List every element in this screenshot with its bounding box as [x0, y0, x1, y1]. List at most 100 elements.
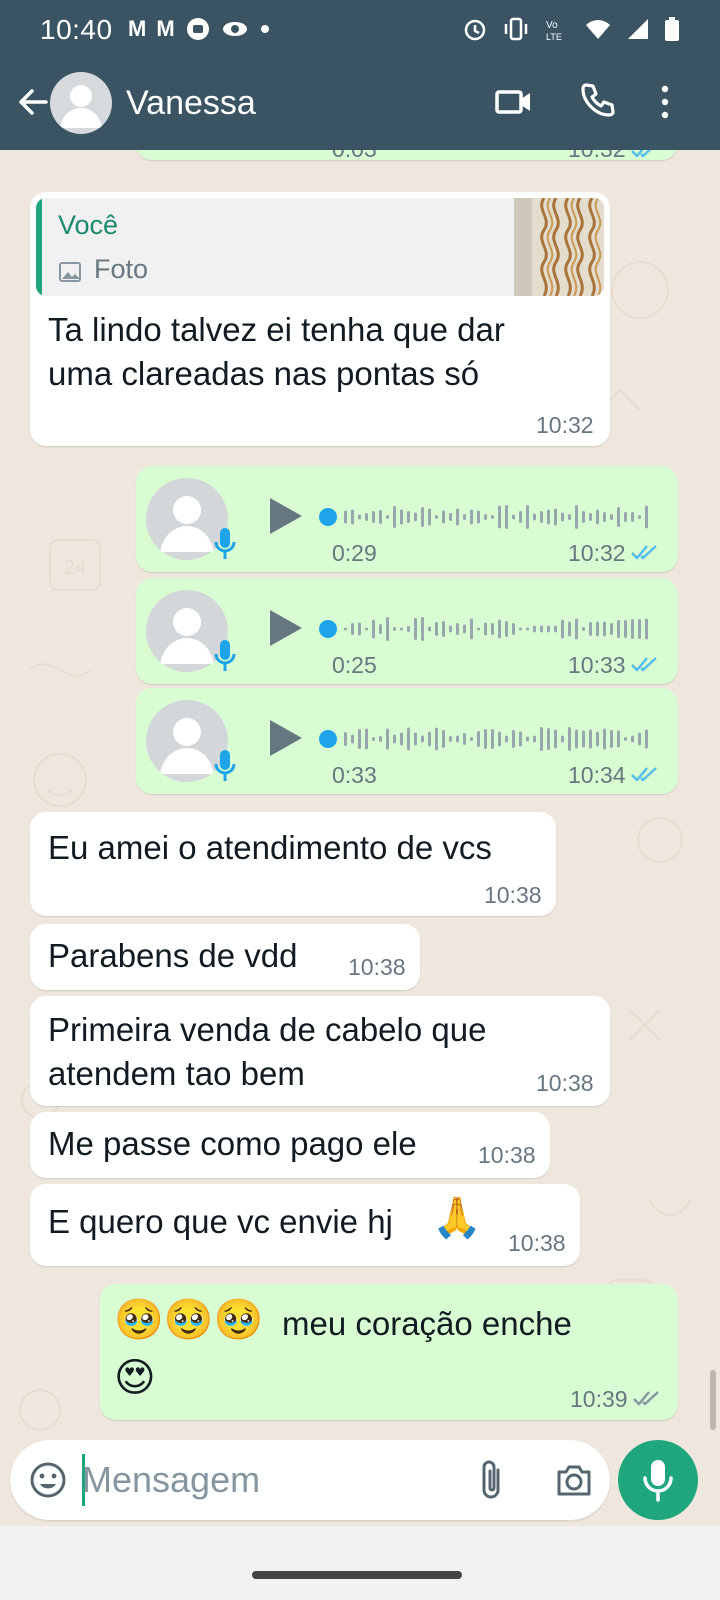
waveform-bar: [596, 731, 599, 747]
waveform-bar: [477, 510, 480, 524]
waveform-bar: [533, 513, 536, 521]
waveform[interactable]: [318, 724, 658, 754]
waveform-bar: [393, 506, 396, 528]
waveform-bar: [344, 510, 347, 524]
dot-icon: [260, 25, 269, 33]
waveform-bar: [407, 511, 410, 523]
waveform-bar: [540, 511, 543, 523]
waveform-bar: [463, 514, 466, 520]
phone-icon[interactable]: [578, 80, 618, 120]
mic-icon: [214, 640, 236, 671]
waveform-bar: [477, 627, 480, 631]
message-text-line: Ta lindo talvez ei tenha que dar: [48, 311, 505, 348]
waveform-bar: [351, 623, 354, 635]
waveform-bar: [400, 732, 403, 746]
waveform-bar: [624, 620, 627, 638]
waveform-bar: [589, 622, 592, 636]
incoming-message[interactable]: Primeira venda de cabelo que atendem tao…: [30, 996, 610, 1106]
message-emoji: 😍: [114, 1356, 156, 1400]
waveform[interactable]: [318, 502, 658, 532]
vibrate-icon: [504, 17, 528, 41]
scrollbar-thumb[interactable]: [710, 1370, 716, 1430]
waveform-bar: [428, 626, 431, 632]
waveform-bar: [491, 515, 494, 519]
incoming-message[interactable]: Me passe como pago ele 10:38: [30, 1112, 550, 1178]
quoted-message[interactable]: Você Foto: [36, 198, 604, 296]
home-gesture-handle[interactable]: [252, 1571, 462, 1579]
playhead-dot: [319, 730, 337, 748]
waveform-bar: [554, 625, 557, 633]
message-emojis: 🥹🥹🥹: [114, 1298, 264, 1342]
waveform-bar: [589, 729, 592, 749]
message-text: Parabens de vdd: [48, 937, 298, 974]
waveform-bar: [463, 624, 466, 634]
incoming-message[interactable]: Eu amei o atendimento de vcs 10:38: [30, 812, 556, 916]
message-text-line: uma clareadas nas pontas só: [48, 355, 480, 392]
waveform-bar: [372, 737, 375, 741]
hair-photo-thumbnail: [514, 198, 604, 296]
waveform-bar: [442, 730, 445, 748]
waveform-bar: [638, 732, 641, 746]
quote-type: Foto: [94, 254, 149, 284]
waveform-bar: [554, 729, 557, 749]
delivered-ticks-icon: [633, 1391, 659, 1406]
eye-icon: [222, 22, 247, 36]
waveform-bar: [456, 623, 459, 635]
waveform-bar: [540, 727, 543, 751]
voice-note[interactable]: 0:25 10:33: [136, 578, 678, 684]
message-text-line: atendem tao bem: [48, 1055, 305, 1092]
waveform-bar: [533, 625, 536, 633]
voice-note[interactable]: 0:33 10:34: [136, 688, 678, 794]
waveform-bar: [617, 620, 620, 638]
voice-duration: 0:29: [332, 540, 377, 566]
waveform-bar: [372, 511, 375, 523]
waveform-bar: [624, 512, 627, 522]
play-icon[interactable]: [266, 608, 304, 648]
attach-icon[interactable]: [476, 1458, 506, 1502]
waveform-bar: [547, 509, 550, 525]
waveform-bar: [449, 513, 452, 521]
outgoing-message[interactable]: 🥹🥹🥹 meu coração enche 😍 10:39: [100, 1284, 678, 1420]
play-icon[interactable]: [266, 718, 304, 758]
waveform-bar: [463, 733, 466, 745]
notification-icons: M M: [128, 12, 271, 46]
message-composer: [10, 1440, 610, 1520]
contact-name[interactable]: Vanessa: [126, 84, 256, 123]
waveform-bar: [561, 619, 564, 639]
incoming-message[interactable]: E quero que vc envie hj 🙏 10:38: [30, 1184, 580, 1266]
waveform-bar: [372, 619, 375, 639]
waveform-bar: [435, 622, 438, 636]
waveform-bar: [484, 622, 487, 636]
waveform-bar: [575, 729, 578, 749]
play-icon[interactable]: [266, 496, 304, 536]
waveform[interactable]: [318, 614, 658, 644]
waveform-bar: [582, 511, 585, 523]
waveform-bar: [449, 736, 452, 742]
waveform-bar: [645, 729, 648, 749]
incoming-message[interactable]: Parabens de vdd 10:38: [30, 924, 420, 990]
waveform-bar: [498, 619, 501, 639]
waveform-bar: [526, 627, 529, 631]
more-vert-icon[interactable]: [655, 82, 675, 122]
voice-record-button[interactable]: [618, 1440, 698, 1520]
video-call-icon[interactable]: [494, 82, 534, 122]
pray-emoji: 🙏: [432, 1196, 482, 1240]
back-arrow-icon[interactable]: [14, 84, 50, 120]
incoming-reply-message[interactable]: Você Foto Ta lindo talvez ei tenha que d…: [30, 192, 610, 446]
chat-area[interactable]: 24 0:03 10:32 Você Foto: [0, 150, 720, 1440]
waveform-bar: [638, 619, 641, 639]
message-input[interactable]: [82, 1454, 462, 1506]
contact-avatar[interactable]: [50, 72, 112, 134]
waveform-bar: [645, 618, 648, 640]
voice-note[interactable]: 0:29 10:32: [136, 466, 678, 572]
waveform-bar: [456, 735, 459, 743]
voice-duration: 0:03: [332, 150, 377, 163]
waveform-bar: [603, 728, 606, 750]
camera-icon[interactable]: [554, 1460, 594, 1500]
voice-note-partial[interactable]: 0:03 10:32: [136, 150, 678, 163]
waveform-bar: [407, 727, 410, 751]
emoji-icon[interactable]: [28, 1460, 68, 1500]
message-text: Me passe como pago ele: [48, 1125, 417, 1162]
waveform-bar: [428, 731, 431, 747]
waveform-bar: [449, 625, 452, 633]
